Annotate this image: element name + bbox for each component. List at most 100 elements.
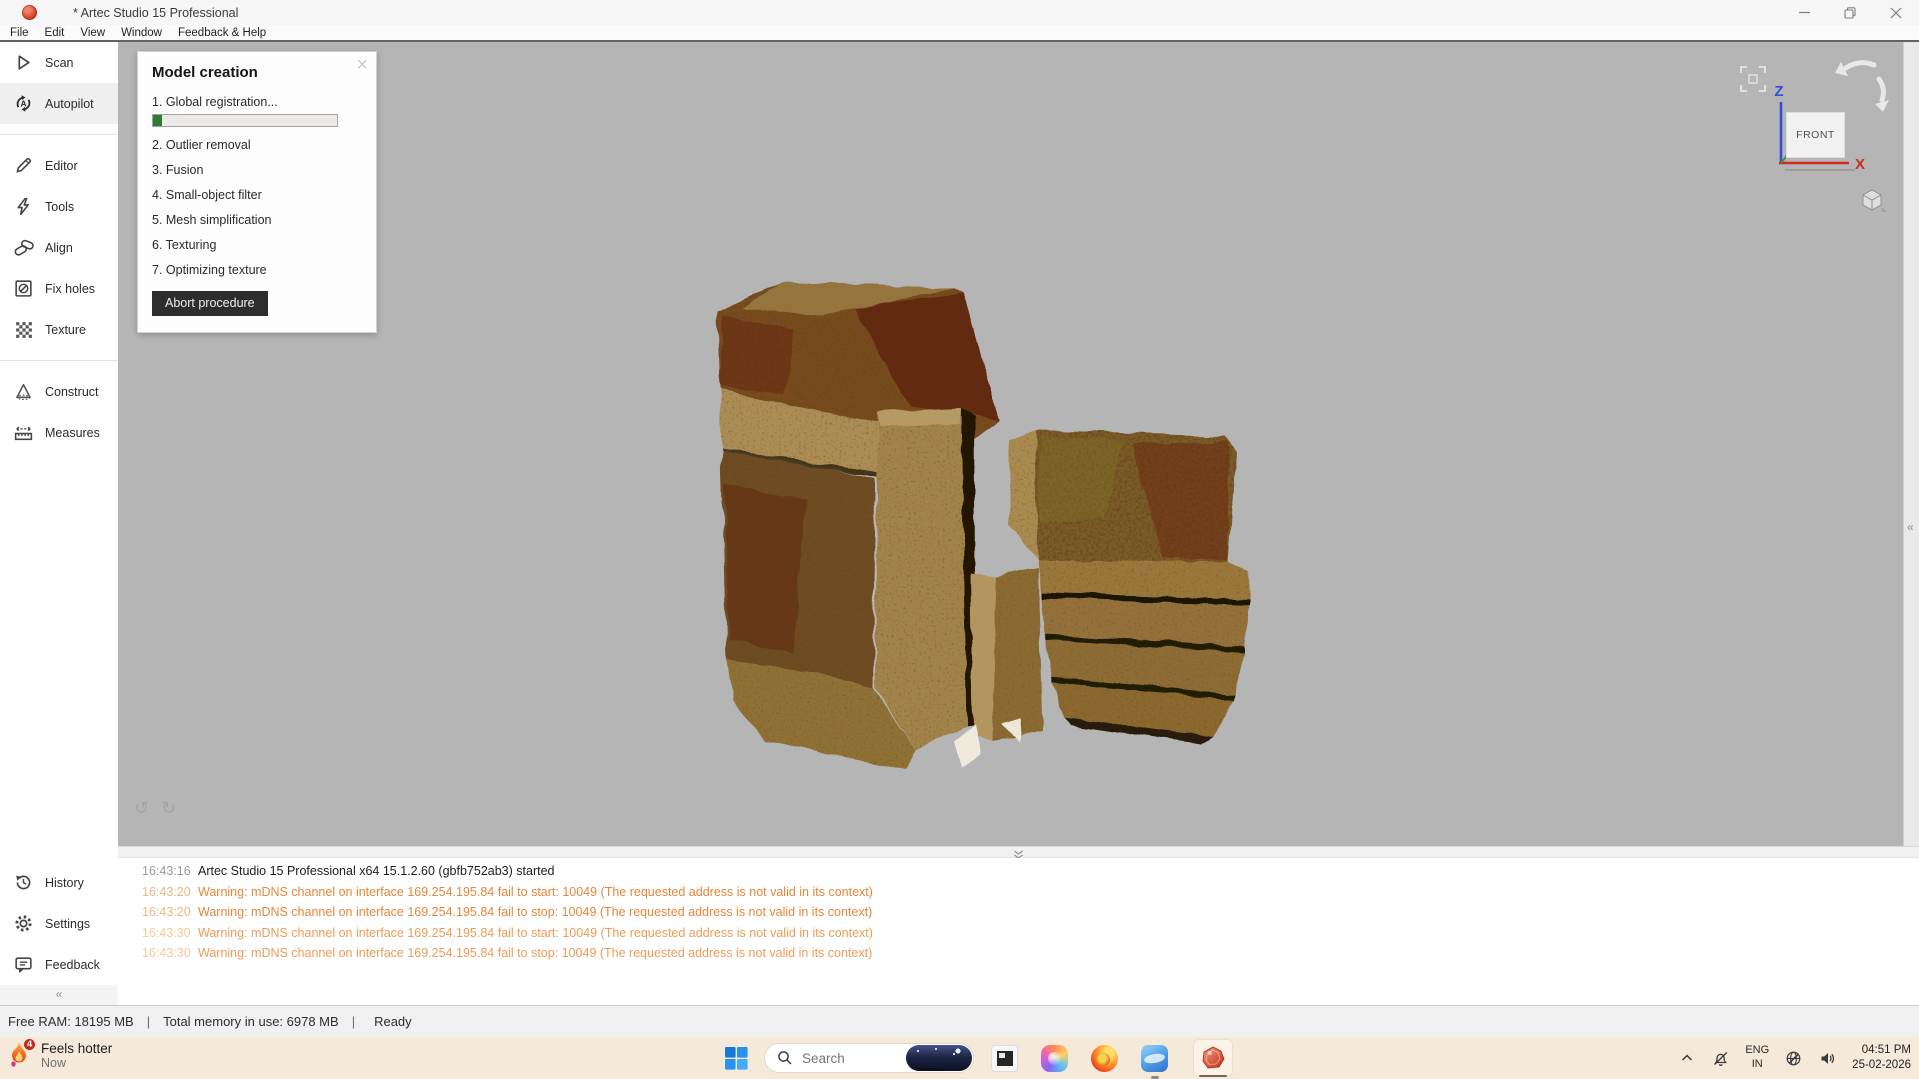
clock-widget[interactable]: 04:51 PM 25-02-2026 [1852,1043,1911,1073]
file-explorer-app-icon[interactable] [991,1044,1018,1072]
weather-headline: Feels hotter [41,1040,113,1056]
undo-button[interactable]: ↺ [134,798,149,819]
log-timestamp: 16:43:30 [142,925,191,940]
artec-studio-app-icon[interactable] [1193,1039,1233,1077]
sidebar-item-label: Align [45,240,73,255]
scanned-model-mesh[interactable] [703,272,1268,782]
feedback-icon [13,954,34,975]
weather-widget[interactable]: 4 Feels hotter Now [8,1037,113,1070]
log-collapse-bar[interactable] [118,846,1919,859]
sidebar-item-label: Autopilot [45,96,94,111]
sidebar-item-history[interactable]: History [0,862,118,903]
redo-button[interactable]: ↻ [161,798,176,819]
sidebar-item-label: Settings [45,916,91,931]
log-timestamp: 16:43:20 [142,884,191,899]
texture-icon [13,319,34,340]
editor-icon [13,155,34,176]
z-axis-label[interactable]: Z [1774,83,1783,100]
rotate-view-arrows-icon[interactable] [1843,60,1886,103]
model-step: 1. Global registration... [152,95,278,109]
model-step: 6. Texturing [152,238,217,252]
system-tray: ENG IN 04:51 PM 25-02-2026 [1678,1037,1911,1079]
sidebar-item-tools[interactable]: Tools [0,186,118,227]
autopilot-icon: A [13,93,34,114]
right-panel-collapse-handle[interactable]: « [1903,42,1919,846]
search-input[interactable] [802,1050,902,1066]
menu-window[interactable]: Window [121,27,162,39]
log-timestamp: 16:43:30 [142,946,191,960]
title-bar: * Artec Studio 15 Professional [0,0,1919,25]
model-step: 3. Fusion [152,163,204,177]
sidebar-item-feedback[interactable]: Feedback [0,944,118,985]
language-indicator[interactable]: ENG IN [1745,1044,1769,1072]
sidebar-item-label: Fix holes [45,281,96,296]
volume-icon[interactable] [1818,1049,1837,1068]
sidebar-item-editor[interactable]: Editor [0,145,118,186]
log-panel: 16:43:16 Artec Studio 15 Professional x64… [118,858,1919,1005]
log-line: 16:43:20 Warning: mDNS channel on interfa… [142,885,1919,906]
sidebar-item-measures[interactable]: Measures [0,412,118,453]
panel-title: Model creation [152,64,258,81]
weather-subtext: Now [41,1055,67,1070]
fit-view-icon[interactable] [1740,66,1766,92]
search-highlight-thumbnail[interactable] [906,1045,972,1071]
sidebar-item-fix-holes[interactable]: Fix holes [0,268,118,309]
restore-button[interactable] [1827,0,1873,25]
abort-procedure-button[interactable]: Abort procedure [152,291,268,316]
x-axis-label[interactable]: X [1855,156,1865,173]
search-icon [778,1051,792,1065]
copilot-app-icon[interactable] [1041,1044,1068,1072]
log-timestamp: 16:43:16 [142,864,191,878]
firefox-app-icon[interactable] [1091,1044,1118,1072]
no-internet-globe-icon[interactable] [1784,1049,1803,1068]
do-not-disturb-bell-icon[interactable] [1711,1049,1730,1068]
sidebar-nav: Scan A Autopilot Editor Tools Align Fix holes T… [0,42,118,1005]
sidebar-separator [0,360,118,361]
log-message: Warning: mDNS channel on interface 169.2… [198,905,873,919]
construct-icon [13,381,34,402]
sidebar-item-settings[interactable]: Settings [0,903,118,944]
sidebar-item-align[interactable]: Align [0,227,118,268]
start-button[interactable] [724,1046,749,1071]
sidebar-item-texture[interactable]: Texture [0,309,118,350]
sidebar-item-autopilot[interactable]: A Autopilot [0,83,118,124]
log-message: Warning: mDNS channel on interface 169.2… [198,946,873,960]
menu-feedback-help[interactable]: Feedback & Help [178,27,266,39]
taskbar: 4 Feels hotter Now Search ENG IN 04:51 P… [0,1037,1919,1079]
model-creation-panel: Model creation × 1. Global registration.… [137,51,377,333]
measures-icon [13,422,34,443]
tray-overflow-chevron-icon[interactable] [1678,1049,1696,1067]
sidebar-collapse-button[interactable]: « [0,985,118,1005]
sidebar-item-label: Scan [45,55,74,70]
log-timestamp: 16:43:20 [142,905,191,919]
log-message: Warning: mDNS channel on interface 169.2… [198,884,873,899]
model-step: 7. Optimizing texture [152,263,267,277]
log-message: Artec Studio 15 Professional x64 15.1.2.… [198,864,555,878]
menu-edit[interactable]: Edit [45,27,65,39]
app-window: { "window": { "title": "* Artec Studio 1… [0,0,1919,1079]
sidebar-item-label: Tools [45,199,75,214]
view-cube-icon[interactable] [1862,189,1886,212]
minimize-button[interactable] [1781,0,1827,25]
menu-view[interactable]: View [80,27,105,39]
settings-icon [13,913,34,934]
scan-icon [13,52,34,73]
panel-close-icon[interactable]: × [356,54,368,77]
active-app-indicator [1199,1074,1227,1077]
view-cube-front-face[interactable]: FRONT [1786,112,1845,158]
teams-app-icon[interactable] [1141,1044,1168,1079]
taskbar-search[interactable] [764,1043,974,1073]
log-line: 16:43:30 Warning: mDNS channel on interfa… [142,946,1919,967]
tools-icon [13,196,34,217]
sidebar-item-construct[interactable]: Construct [0,371,118,412]
menu-file[interactable]: File [10,27,29,39]
free-ram-status: Free RAM: 18195 MB [8,1014,134,1029]
close-button[interactable] [1873,0,1919,25]
sidebar-item-label: Feedback [45,957,100,972]
sidebar-item-scan[interactable]: Scan [0,42,118,83]
model-step: 4. Small-object filter [152,188,262,202]
viewport-3d[interactable]: Z X FRONT ↺ ↻ [118,42,1903,846]
window-title: * Artec Studio 15 Professional [73,5,239,20]
log-line: 16:43:16 Artec Studio 15 Professional x64… [142,864,1919,885]
sidebar-item-label: Editor [45,158,78,173]
